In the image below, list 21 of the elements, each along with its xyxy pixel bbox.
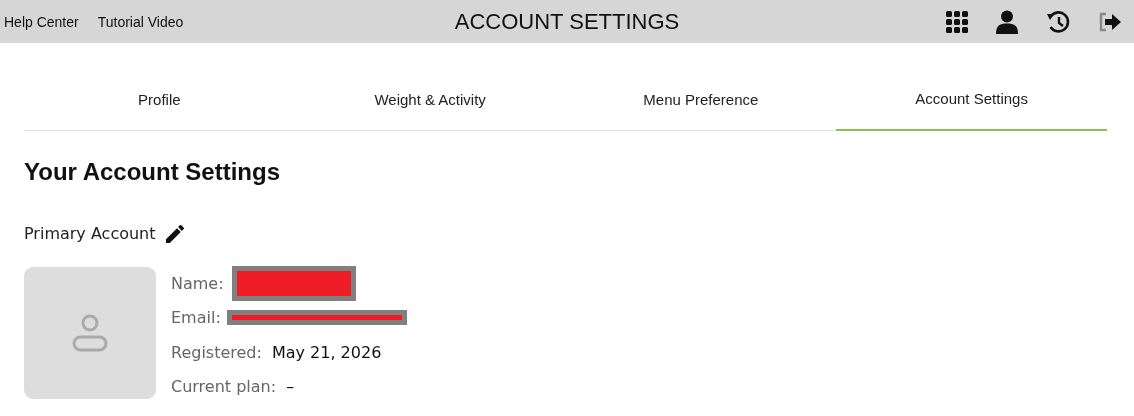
section-title: Primary Account bbox=[24, 224, 156, 243]
user-outline-icon bbox=[72, 314, 108, 352]
header-link[interactable]: Help Center bbox=[4, 13, 79, 30]
field-label: Email: bbox=[171, 308, 221, 328]
field-label: Name: bbox=[171, 273, 224, 293]
tab[interactable]: Profile bbox=[24, 70, 295, 131]
edit-pencil-icon[interactable] bbox=[165, 224, 184, 243]
user-icon[interactable] bbox=[996, 9, 1018, 34]
tab[interactable]: Account Settings bbox=[836, 70, 1107, 131]
field-value: May 21, 2026 bbox=[271, 342, 382, 362]
history-icon[interactable] bbox=[1046, 9, 1070, 34]
apps-grid-icon[interactable] bbox=[946, 10, 968, 33]
field-value: – bbox=[286, 377, 295, 397]
field-label: Current plan: bbox=[171, 377, 277, 397]
tab[interactable]: Weight & Activity bbox=[294, 70, 566, 131]
logout-icon[interactable] bbox=[1098, 11, 1122, 32]
field-label: Registered: bbox=[171, 342, 262, 362]
section-heading: Your Account Settings bbox=[24, 157, 281, 187]
header-link[interactable]: Tutorial Video bbox=[97, 13, 184, 30]
page-title: ACCOUNT SETTINGS bbox=[454, 8, 680, 35]
tab[interactable]: Menu Preference bbox=[565, 70, 837, 131]
